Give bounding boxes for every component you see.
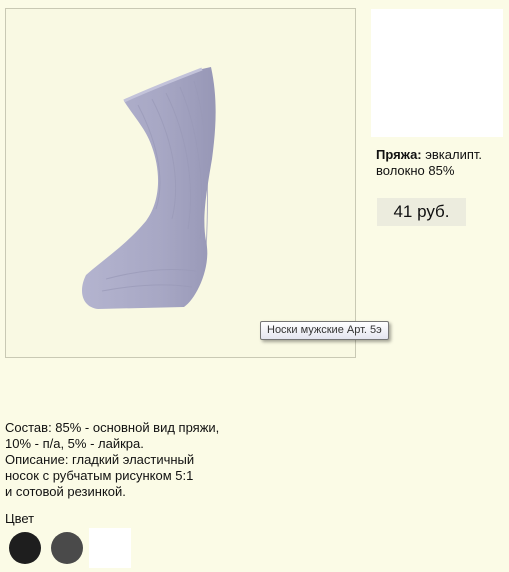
description-line: и сотовой резинкой. [5, 484, 126, 499]
thumbnail-placeholder[interactable] [371, 9, 503, 137]
product-image[interactable] [5, 8, 356, 358]
description-line: Состав: 85% - основной вид пряжи, [5, 420, 220, 435]
sock-image [82, 67, 216, 309]
product-description: Состав: 85% - основной вид пряжи, 10% - … [5, 420, 305, 500]
swatch-dot [51, 532, 83, 564]
yarn-label: Пряжа: [376, 147, 422, 162]
color-swatch-black[interactable] [5, 528, 45, 568]
color-label: Цвет [5, 511, 35, 526]
sock-shape [82, 67, 216, 309]
description-line: 10% - п/а, 5% - лайкра. [5, 436, 144, 451]
swatch-dot [9, 532, 41, 564]
description-line: Описание: гладкий эластичный [5, 452, 195, 467]
color-swatch-white[interactable] [89, 528, 131, 568]
description-line: носок с рубчатым рисунком 5:1 [5, 468, 194, 483]
color-swatch-dark-gray[interactable] [47, 528, 87, 568]
price-badge: 41 руб. [377, 198, 466, 226]
image-tooltip: Носки мужские Арт. 5э [260, 321, 389, 340]
yarn-info: Пряжа: эвкалипт. волокно 85% [376, 147, 506, 179]
